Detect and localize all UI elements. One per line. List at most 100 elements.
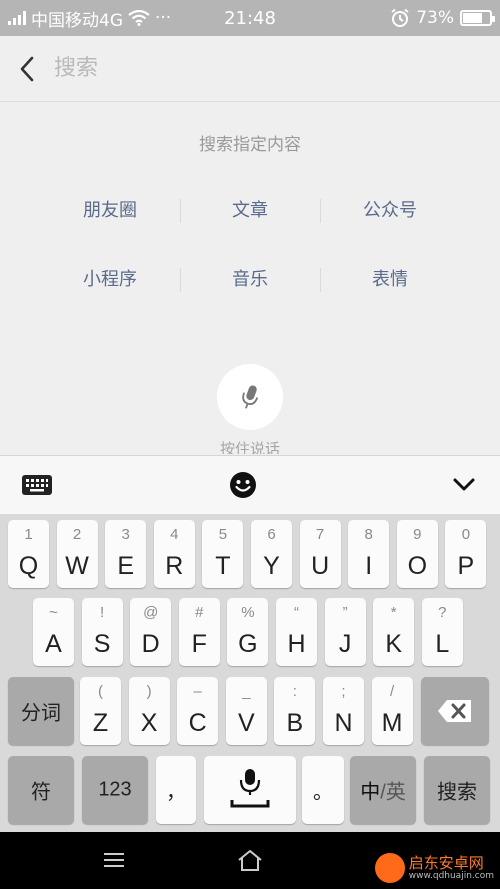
key-secondary-label: 9 <box>413 526 422 543</box>
menu-button[interactable] <box>94 844 134 876</box>
backspace-icon <box>438 700 471 722</box>
key-a[interactable]: ~ A <box>33 598 74 666</box>
key-secondary-label: # <box>195 604 204 621</box>
comma-key[interactable]: ， <box>156 756 196 824</box>
emoji-button[interactable] <box>226 468 260 502</box>
battery-percent: 73% <box>416 8 454 28</box>
key-i[interactable]: 8I <box>348 520 390 588</box>
key-c[interactable]: – C <box>177 677 219 745</box>
segment-key-label: 分词 <box>21 702 61 725</box>
language-toggle-label: 中/英 <box>350 776 416 805</box>
key-primary-label: H <box>287 630 306 658</box>
key-primary-label: Y <box>263 552 280 580</box>
key-primary-label: W <box>65 552 89 580</box>
key-primary-label: Q <box>18 552 39 580</box>
chevron-down-icon <box>453 478 475 491</box>
battery-level <box>463 13 482 23</box>
search-header <box>0 36 500 102</box>
status-bar: 中国移动4G ··· 21:48 73% <box>0 0 500 36</box>
period-key[interactable]: 。 <box>302 756 344 824</box>
keyboard-switch-button[interactable] <box>18 468 56 502</box>
key-b[interactable]: :B <box>274 677 316 745</box>
back-button[interactable] <box>0 36 54 102</box>
key-primary-label: O <box>407 552 428 580</box>
key-u[interactable]: 7U <box>299 520 341 588</box>
key-secondary-label: : <box>292 683 297 700</box>
key-primary-label: C <box>188 709 207 737</box>
key-primary-label: A <box>45 630 62 658</box>
key-j[interactable]: ” J <box>324 598 366 666</box>
key-secondary-label: 6 <box>267 526 276 543</box>
key-primary-label: F <box>191 630 207 658</box>
key-g[interactable]: % G <box>227 598 269 666</box>
search-key[interactable]: 搜索 <box>424 756 490 824</box>
lang-english: /英 <box>380 781 406 804</box>
key-secondary-label: ! <box>100 604 105 621</box>
key-z[interactable]: (Z <box>80 677 121 745</box>
alarm-icon <box>391 8 409 27</box>
key-k[interactable]: * K <box>373 598 415 666</box>
key-secondary-label: 4 <box>170 526 179 543</box>
watermark-logo-icon <box>374 853 405 883</box>
key-primary-label: R <box>165 552 184 580</box>
key-p[interactable]: 0P <box>445 520 487 588</box>
home-button[interactable] <box>230 844 270 876</box>
category-articles[interactable]: 文章 <box>180 198 320 224</box>
key-w[interactable]: 2W <box>56 520 98 588</box>
key-primary-label: I <box>365 552 373 580</box>
key-secondary-label: @ <box>143 604 159 621</box>
key-o[interactable]: 9O <box>396 520 438 588</box>
key-h[interactable]: “H <box>276 598 317 666</box>
key-t[interactable]: 5T <box>202 520 244 588</box>
key-primary-label: M <box>381 709 403 737</box>
category-mini-programs[interactable]: 小程序 <box>40 267 180 293</box>
key-s[interactable]: ! S <box>81 598 123 666</box>
key-primary-label: S <box>93 630 111 658</box>
key-d[interactable]: @ D <box>130 598 172 666</box>
key-secondary-label: % <box>241 604 255 621</box>
key-r[interactable]: 4R <box>153 520 195 588</box>
signal-icon <box>8 11 26 25</box>
emoji-icon <box>230 472 256 498</box>
space-voice-key[interactable] <box>204 756 296 824</box>
category-stickers[interactable]: 表情 <box>320 267 460 293</box>
key-e[interactable]: 3E <box>105 520 147 588</box>
key-secondary-label: ? <box>438 604 447 621</box>
search-input[interactable] <box>54 48 500 89</box>
key-primary-label: X <box>140 709 158 737</box>
key-x[interactable]: ) X <box>128 677 170 745</box>
microphone-icon <box>242 385 259 409</box>
hide-keyboard-button[interactable] <box>448 468 480 502</box>
symbol-key[interactable]: 符 <box>8 756 74 824</box>
keyboard-toolbar <box>0 455 500 514</box>
key-f[interactable]: # F <box>178 598 220 666</box>
watermark-url: www.qdhuajin.com <box>408 871 494 881</box>
voice-search-button[interactable] <box>217 364 283 430</box>
key-primary-label: D <box>141 630 160 658</box>
segment-key[interactable]: 分词 <box>8 677 74 745</box>
key-secondary-label: 7 <box>315 526 325 543</box>
backspace-key[interactable] <box>421 677 489 745</box>
site-watermark: 启东安卓网 www.qdhuajin.com <box>374 853 494 883</box>
category-row-2: 小程序 音乐 表情 <box>40 267 460 293</box>
key-secondary-label: 1 <box>24 526 33 543</box>
key-l[interactable]: ? L <box>421 598 463 666</box>
key-q[interactable]: 1Q <box>8 520 49 588</box>
category-moments[interactable]: 朋友圈 <box>40 198 180 224</box>
key-y[interactable]: 6Y <box>251 520 292 588</box>
category-music[interactable]: 音乐 <box>180 267 320 293</box>
key-primary-label: E <box>117 552 135 580</box>
search-hint: 搜索指定内容 <box>199 135 301 155</box>
battery-icon <box>460 10 495 26</box>
more-status-icon: ··· <box>155 8 172 28</box>
key-secondary-label: ( <box>98 683 103 700</box>
key-m[interactable]: / M <box>371 677 413 745</box>
language-toggle-key[interactable]: 中/英 <box>350 756 416 824</box>
category-official-accounts[interactable]: 公众号 <box>320 198 460 224</box>
numbers-key[interactable]: 123 <box>82 756 148 824</box>
carrier-label: 中国移动4G <box>31 10 123 31</box>
key-n[interactable]: ; N <box>323 677 364 745</box>
key-v[interactable]: _ V <box>225 677 267 745</box>
watermark-title: 启东安卓网 <box>408 854 484 872</box>
soft-keyboard: 分词 符 123 ， 。 中/英 搜索 1Q2W3E4R5T6Y7U8I9O0P… <box>0 514 500 832</box>
